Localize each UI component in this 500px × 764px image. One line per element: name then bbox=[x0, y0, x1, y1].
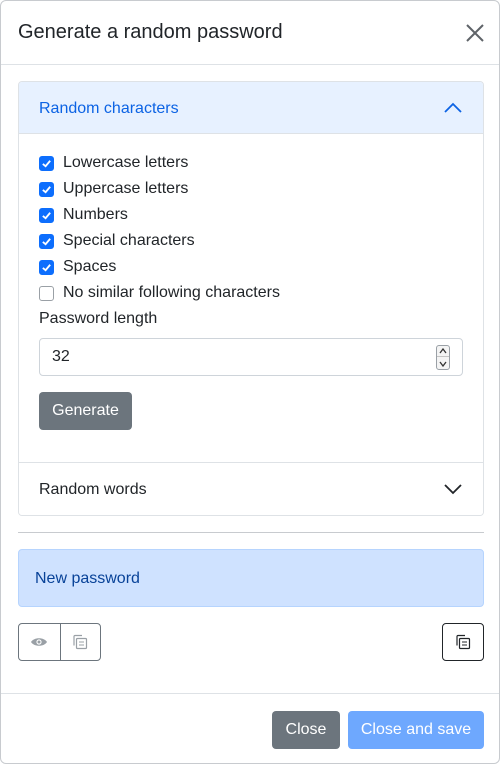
number-spinner[interactable] bbox=[436, 345, 450, 370]
password-generator-dialog: Generate a random password Random charac… bbox=[0, 0, 500, 764]
special-checkbox[interactable] bbox=[39, 233, 54, 249]
lowercase-label: Lowercase letters bbox=[63, 154, 189, 171]
checkmark-icon bbox=[42, 159, 51, 168]
password-length-label: Password length bbox=[39, 310, 158, 327]
show-password-button[interactable] bbox=[19, 624, 60, 660]
dialog-header: Generate a random password bbox=[1, 1, 499, 65]
chevron-up-icon bbox=[444, 102, 462, 113]
random-characters-label: Random characters bbox=[39, 100, 179, 117]
spin-down-button[interactable] bbox=[437, 358, 449, 369]
spin-up-button[interactable] bbox=[437, 346, 449, 357]
section-divider bbox=[18, 532, 484, 533]
triangle-down-icon bbox=[439, 361, 447, 367]
generator-accordion: Random characters Lowercase letters Uppe… bbox=[18, 81, 484, 516]
option-spaces[interactable]: Spaces bbox=[39, 257, 116, 277]
spaces-label: Spaces bbox=[63, 258, 117, 275]
triangle-up-icon bbox=[439, 348, 447, 354]
checkmark-icon bbox=[42, 185, 51, 194]
option-no-similar[interactable]: No similar following characters bbox=[39, 283, 280, 303]
option-special[interactable]: Special characters bbox=[39, 231, 195, 251]
generate-button[interactable]: Generate bbox=[39, 392, 132, 430]
copy-button-right[interactable] bbox=[442, 623, 484, 661]
password-output: New password bbox=[18, 549, 484, 607]
copy-icon bbox=[73, 634, 88, 650]
special-label: Special characters bbox=[63, 232, 195, 249]
copy-button-left[interactable] bbox=[59, 624, 101, 660]
password-actions-group bbox=[18, 623, 101, 661]
numbers-label: Numbers bbox=[63, 206, 128, 223]
random-words-label: Random words bbox=[39, 481, 147, 498]
random-words-header[interactable]: Random words bbox=[19, 462, 483, 515]
dialog-title: Generate a random password bbox=[18, 21, 283, 43]
lowercase-checkbox[interactable] bbox=[39, 155, 54, 171]
close-and-save-button[interactable]: Close and save bbox=[348, 711, 484, 749]
random-characters-body: Lowercase letters Uppercase letters Numb… bbox=[19, 134, 483, 462]
option-uppercase[interactable]: Uppercase letters bbox=[39, 179, 188, 199]
option-numbers[interactable]: Numbers bbox=[39, 205, 128, 225]
option-lowercase[interactable]: Lowercase letters bbox=[39, 153, 188, 173]
no-similar-label: No similar following characters bbox=[63, 284, 280, 301]
checkmark-icon bbox=[42, 263, 51, 272]
no-similar-checkbox[interactable] bbox=[39, 285, 54, 301]
eye-icon bbox=[31, 638, 48, 646]
close-icon[interactable] bbox=[463, 21, 487, 45]
numbers-checkbox[interactable] bbox=[39, 207, 54, 223]
uppercase-label: Uppercase letters bbox=[63, 180, 189, 197]
chevron-down-icon bbox=[444, 484, 462, 495]
spaces-checkbox[interactable] bbox=[39, 259, 54, 275]
password-output-text: New password bbox=[35, 570, 140, 587]
close-button[interactable]: Close bbox=[272, 711, 340, 749]
password-length-input[interactable]: 32 bbox=[39, 338, 463, 376]
checkmark-icon bbox=[42, 211, 51, 220]
random-characters-header[interactable]: Random characters bbox=[19, 82, 483, 134]
password-length-value: 32 bbox=[52, 348, 70, 365]
copy-icon bbox=[456, 634, 471, 650]
checkmark-icon bbox=[42, 237, 51, 246]
dialog-footer: Close Close and save bbox=[1, 693, 499, 763]
uppercase-checkbox[interactable] bbox=[39, 181, 54, 197]
